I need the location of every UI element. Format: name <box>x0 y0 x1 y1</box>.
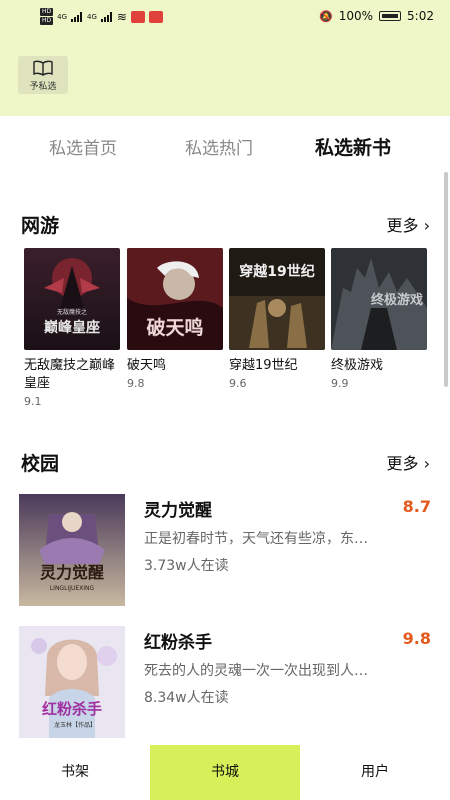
signal-icon <box>71 11 83 22</box>
network-label-2: 4G <box>87 12 97 21</box>
more-link-campus[interactable]: 更多 › <box>387 450 431 474</box>
mute-icon: 🔕 <box>319 9 333 23</box>
status-bar: HD HD 4G 4G ≋ 🔕 100% 5:02 <box>0 0 450 36</box>
nav-bookshelf[interactable]: 书架 <box>0 745 150 800</box>
svg-text:破天鸣: 破天鸣 <box>146 316 203 339</box>
logo-label: 予私选 <box>29 82 57 92</box>
status-right: 🔕 100% 5:02 <box>319 9 434 23</box>
clock: 5:02 <box>407 9 434 23</box>
signal-icon-2 <box>100 11 113 22</box>
book-readers: 8.34w人在读 <box>144 690 229 706</box>
book-readers: 3.73w人在读 <box>144 558 229 574</box>
section-title-online: 网游 <box>21 215 60 237</box>
network-label: 4G <box>57 12 68 21</box>
book-cover: 终极游戏 <box>331 248 427 350</box>
more-link-online[interactable]: 更多 › <box>387 212 431 236</box>
svg-text:LINGLIJUEXING: LINGLIJUEXING <box>50 585 95 592</box>
book-title: 灵力觉醒 <box>144 501 212 521</box>
book-description: 死去的人的灵魂一次一次出现到人… <box>144 663 368 679</box>
book-score: 9.1 <box>24 395 42 408</box>
tab-bar: 私选首页 私选热门 私选新书 <box>0 124 450 168</box>
book-cover: 破天鸣 <box>127 248 223 350</box>
list-item[interactable]: 红粉杀手 龙玉林【作品】 红粉杀手 9.8 死去的人的灵魂一次一次出现到人… 8… <box>19 626 431 738</box>
book-score: 9.6 <box>229 377 247 390</box>
tab-hot[interactable]: 私选热门 <box>185 134 253 159</box>
app-notification-icon <box>130 10 145 23</box>
book-score: 9.9 <box>331 377 349 390</box>
status-left: HD HD 4G 4G ≋ <box>40 8 163 25</box>
book-title: 破天鸣 <box>127 358 167 373</box>
hd-icon: HD HD <box>40 8 54 25</box>
svg-text:巅峰皇座: 巅峰皇座 <box>44 319 100 336</box>
battery-percent: 100% <box>338 9 374 23</box>
book-description: 正是初春时节，天气还有些凉，东… <box>144 531 368 547</box>
app-notification-icon <box>148 10 163 23</box>
book-cover: 灵力觉醒 LINGLIJUEXING <box>19 494 125 606</box>
nav-user[interactable]: 用户 <box>300 745 450 800</box>
svg-text:龙玉林【作品】: 龙玉林【作品】 <box>54 721 96 729</box>
svg-text:终极游戏: 终极游戏 <box>371 292 423 308</box>
book-title: 穿越19世纪 <box>229 358 298 373</box>
section-title-campus: 校园 <box>21 453 60 475</box>
tab-home[interactable]: 私选首页 <box>49 134 117 159</box>
logo-button[interactable]: 予私选 <box>18 56 68 94</box>
book-card[interactable]: 穿越19世纪 穿越19世纪 9.6 <box>229 248 325 390</box>
svg-text:穿越19世纪: 穿越19世纪 <box>239 263 314 280</box>
book-score: 9.8 <box>127 377 145 390</box>
wifi-icon: ≋ <box>116 9 127 24</box>
bottom-nav: 书架 书城 用户 <box>0 745 450 800</box>
book-title: 红粉杀手 <box>144 633 212 653</box>
tab-new[interactable]: 私选新书 <box>315 133 391 160</box>
book-card[interactable]: 终极游戏 终极游戏 9.9 <box>331 248 427 390</box>
scrollbar[interactable] <box>444 172 448 387</box>
book-cover: 穿越19世纪 <box>229 248 325 350</box>
book-score: 8.7 <box>402 497 431 516</box>
book-cover: 无敌魔技之 巅峰皇座 <box>24 248 120 350</box>
svg-text:无敌魔技之: 无敌魔技之 <box>57 308 87 316</box>
book-icon <box>33 60 53 76</box>
book-cover: 红粉杀手 龙玉林【作品】 <box>19 626 125 738</box>
book-score: 9.8 <box>402 629 431 648</box>
book-card[interactable]: 破天鸣 破天鸣 9.8 <box>127 248 223 390</box>
svg-text:灵力觉醒: 灵力觉醒 <box>40 563 104 582</box>
list-item[interactable]: 灵力觉醒 LINGLIJUEXING 灵力觉醒 8.7 正是初春时节，天气还有些… <box>19 494 431 606</box>
nav-bookstore[interactable]: 书城 <box>150 745 300 800</box>
book-title: 终极游戏 <box>331 358 384 373</box>
book-title: 无敌魔技之巅峰皇座 <box>24 358 116 391</box>
battery-icon <box>379 11 402 21</box>
app-header: 予私选 <box>0 36 450 116</box>
svg-text:红粉杀手: 红粉杀手 <box>42 700 102 718</box>
book-card[interactable]: 无敌魔技之 巅峰皇座 无敌魔技之巅峰皇座 9.1 <box>24 248 120 408</box>
